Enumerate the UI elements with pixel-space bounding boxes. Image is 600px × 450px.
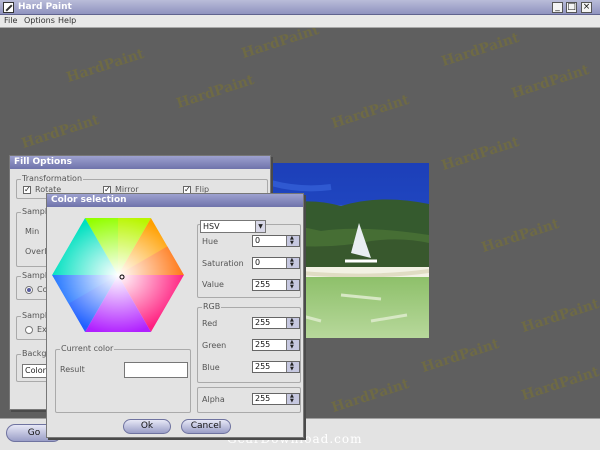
fill-options-title: Fill Options: [10, 156, 270, 169]
spin-down-icon[interactable]: ▼: [290, 263, 294, 268]
color-selection-title: Color selection: [47, 194, 303, 207]
app-title: Hard Paint: [18, 2, 72, 12]
blue-label: Blue: [202, 363, 220, 372]
green-value: 255: [255, 340, 271, 349]
sample-source-radio[interactable]: [25, 286, 33, 294]
watermark-text: HardPaint: [509, 61, 592, 103]
spin-down-icon[interactable]: ▼: [290, 399, 294, 404]
maximize-button[interactable]: □: [566, 2, 577, 13]
value-spinner[interactable]: 255 ▲ ▼: [252, 279, 300, 291]
menu-file[interactable]: File: [4, 16, 17, 25]
minimize-button[interactable]: _: [552, 2, 563, 13]
red-label: Red: [202, 319, 218, 328]
sample-ext-radio[interactable]: [25, 326, 33, 334]
red-spinner[interactable]: 255 ▲ ▼: [252, 317, 300, 329]
spin-down-icon[interactable]: ▼: [290, 323, 294, 328]
value-value: 255: [255, 280, 271, 289]
app-icon: [3, 2, 14, 13]
watermark-text: HardPaint: [64, 45, 147, 87]
menu-help[interactable]: Help: [58, 16, 76, 25]
dropdown-arrow-icon[interactable]: ▼: [255, 221, 265, 232]
watermark-text: HardPaint: [519, 363, 600, 405]
watermark-text: HardPaint: [479, 215, 562, 257]
watermark-text: HardPaint: [519, 295, 600, 337]
red-value: 255: [255, 318, 271, 327]
title-bar: Hard Paint _ □ ×: [0, 0, 600, 15]
hue-spinner[interactable]: 0 ▲ ▼: [252, 235, 300, 247]
close-button[interactable]: ×: [581, 2, 592, 13]
alpha-label: Alpha: [202, 395, 225, 404]
watermark-text: HardPaint: [419, 335, 502, 377]
overlap-label: Overl: [25, 247, 47, 256]
min-label: Min: [25, 227, 40, 236]
current-color-label: Current color: [60, 344, 115, 354]
blue-spinner[interactable]: 255 ▲ ▼: [252, 361, 300, 373]
ok-button[interactable]: Ok: [123, 419, 171, 434]
check-icon: ✓: [24, 185, 31, 194]
rotate-checkbox[interactable]: ✓: [23, 186, 31, 194]
mode-select[interactable]: HSV ▼: [200, 220, 266, 233]
saturation-value: 0: [255, 258, 261, 267]
color-selection-dialog: Color selection Current color Result HSV…: [46, 193, 304, 438]
transformation-label: Transformation: [21, 174, 84, 184]
current-color-group: Current color Result: [55, 344, 191, 413]
saturation-label: Saturation: [202, 259, 244, 268]
watermark-text: HardPaint: [174, 71, 257, 113]
watermark-text: HardPaint: [19, 111, 102, 153]
color-hexagon-picker[interactable]: [51, 216, 185, 334]
result-swatch: [124, 362, 188, 378]
alpha-group: Alpha 255 ▲ ▼: [197, 387, 301, 413]
menu-options[interactable]: Options: [24, 16, 55, 25]
hue-value: 0: [255, 236, 261, 245]
green-spinner[interactable]: 255 ▲ ▼: [252, 339, 300, 351]
green-label: Green: [202, 341, 227, 350]
watermark-text: HardPaint: [439, 133, 522, 175]
alpha-spinner[interactable]: 255 ▲ ▼: [252, 393, 300, 405]
watermark-text: HardPaint: [239, 28, 322, 63]
rgb-label: RGB: [202, 302, 222, 312]
watermark-text: HardPaint: [329, 91, 412, 133]
spin-down-icon[interactable]: ▼: [290, 345, 294, 350]
spin-down-icon[interactable]: ▼: [290, 241, 294, 246]
saturation-spinner[interactable]: 0 ▲ ▼: [252, 257, 300, 269]
hsv-group: HSV ▼ Hue 0 ▲ ▼ Saturation 0 ▲ ▼ Value 255…: [197, 220, 301, 298]
alpha-value: 255: [255, 394, 271, 403]
spin-down-icon[interactable]: ▼: [290, 367, 294, 372]
hue-label: Hue: [202, 237, 219, 246]
mode-select-value: HSV: [203, 222, 220, 231]
rgb-group: RGB Red 255 ▲ ▼ Green 255 ▲ ▼ Blue 255 ▲ ▼: [197, 302, 301, 383]
blue-value: 255: [255, 362, 271, 371]
result-label: Result: [60, 365, 85, 374]
menu-bar: File Options Help: [0, 15, 600, 28]
watermark-text: HardPaint: [439, 29, 522, 71]
cancel-button[interactable]: Cancel: [181, 419, 231, 434]
spin-down-icon[interactable]: ▼: [290, 285, 294, 290]
value-label: Value: [202, 280, 224, 289]
watermark-text: HardPaint: [329, 375, 412, 417]
